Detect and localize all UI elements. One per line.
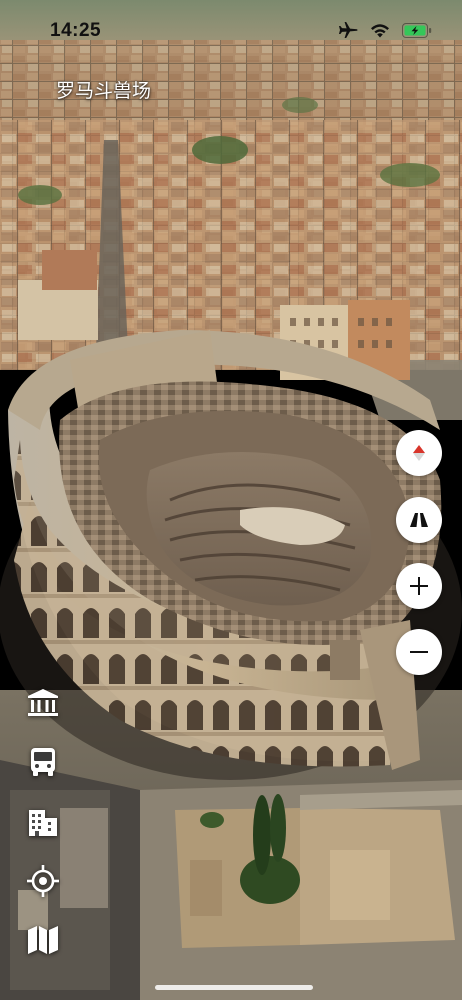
museum-icon [28, 689, 58, 716]
3d-view-button[interactable] [396, 497, 442, 543]
building-icon [29, 810, 57, 836]
bus-icon [31, 748, 55, 776]
satellite-map[interactable] [0, 0, 462, 1000]
home-indicator[interactable] [155, 985, 313, 990]
status-icons [338, 21, 432, 39]
zoom-out-icon [410, 651, 428, 653]
map-icon [28, 926, 58, 954]
status-bar: 14:25 [0, 0, 462, 56]
compass-icon [413, 445, 425, 461]
map-screen: 14:25 罗马斗兽场 [0, 0, 462, 1000]
museum-filter-button[interactable] [26, 686, 60, 720]
buildings-filter-button[interactable] [26, 805, 60, 839]
status-time: 14:25 [50, 20, 102, 41]
locate-button[interactable] [26, 864, 60, 898]
map-mode-button[interactable] [26, 923, 60, 957]
place-label[interactable]: 罗马斗兽场 [56, 76, 151, 103]
location-icon [27, 865, 59, 897]
battery-charging-icon [402, 22, 432, 38]
wifi-icon [370, 23, 390, 38]
transit-filter-button[interactable] [26, 745, 60, 779]
zoom-out-button[interactable] [396, 629, 442, 675]
compass-button[interactable] [396, 430, 442, 476]
airplane-icon [338, 21, 358, 39]
3d-view-icon [410, 513, 428, 527]
zoom-in-button[interactable] [396, 563, 442, 609]
zoom-in-icon [410, 577, 428, 595]
